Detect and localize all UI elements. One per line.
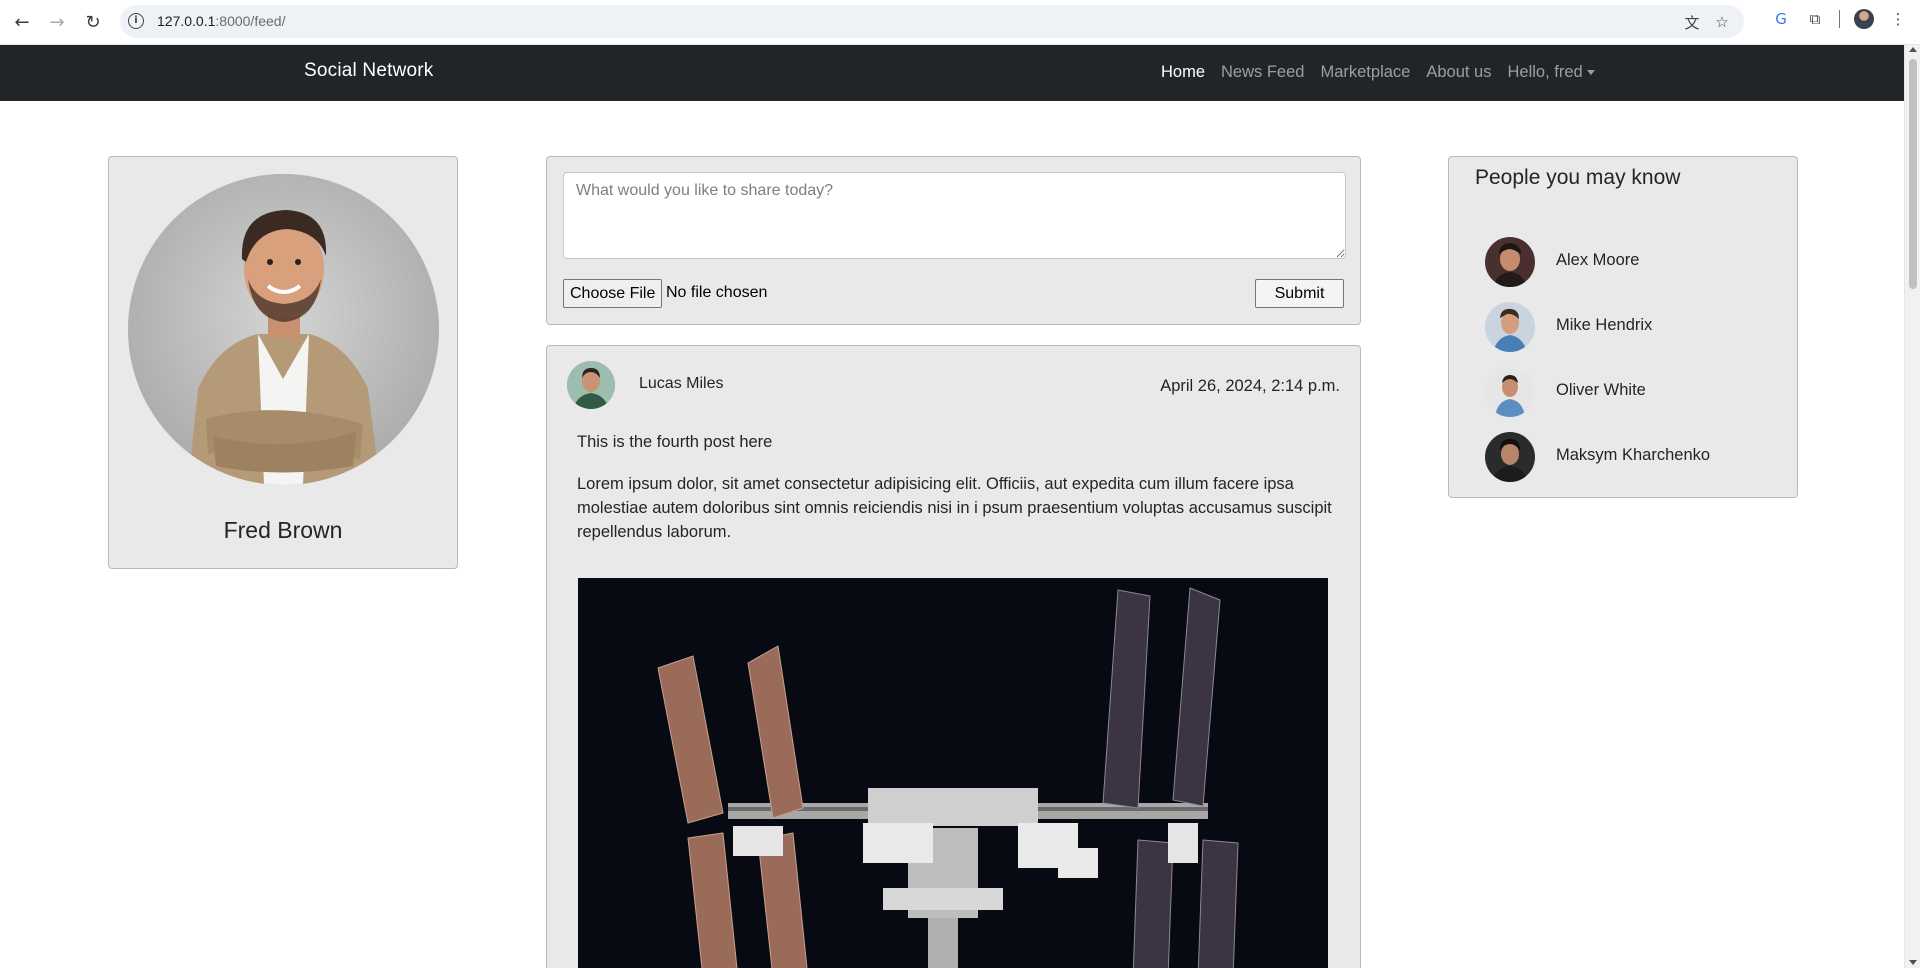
post-composer: Choose File No file chosen Submit [546,156,1361,325]
extension-area: G ⧉ ⋮ [1771,9,1908,29]
translate-icon[interactable]: 文 [1682,12,1702,32]
url-path: :8000/feed/ [215,13,286,29]
person-name[interactable]: Alex Moore [1556,251,1639,270]
address-bar[interactable]: i 127.0.0.1:8000/feed/ 文 ☆ [120,5,1744,38]
people-heading: People you may know [1475,166,1681,189]
person-avatar[interactable] [1485,432,1535,482]
scroll-down-arrow-icon[interactable] [1909,960,1917,965]
people-you-may-know-card: People you may know Alex Moore Mike Hend… [1448,156,1798,498]
caret-down-icon [1586,70,1595,76]
page-scrollbar[interactable] [1904,45,1920,968]
profile-avatar [128,174,439,485]
user-menu-dropdown[interactable]: Hello, fred [1507,63,1595,82]
site-info-icon[interactable]: i [128,13,144,29]
post-textarea[interactable] [563,172,1346,259]
scroll-up-arrow-icon[interactable] [1909,47,1917,52]
url-text[interactable]: 127.0.0.1:8000/feed/ [157,13,285,29]
nav-news-feed[interactable]: News Feed [1221,63,1304,82]
url-host: 127.0.0.1 [157,13,216,29]
post-author-avatar[interactable] [567,361,615,409]
menu-kebab-icon[interactable]: ⋮ [1888,9,1908,29]
toolbar-divider [1839,10,1840,28]
user-menu-label: Hello, fred [1507,63,1583,81]
person-avatar[interactable] [1485,302,1535,352]
file-status-text: No file chosen [666,284,768,301]
feed-post: Lucas Miles April 26, 2024, 2:14 p.m. Th… [546,345,1361,968]
reload-icon[interactable]: ↻ [81,10,105,34]
person-avatar[interactable] [1485,367,1535,417]
back-arrow-icon[interactable]: ← [10,10,34,34]
scrollbar-thumb[interactable] [1909,59,1917,289]
brand-logo[interactable]: Social Network [304,60,434,82]
post-date: April 26, 2024, 2:14 p.m. [1160,377,1340,395]
profile-avatar-icon[interactable] [1854,9,1874,29]
person-avatar[interactable] [1485,237,1535,287]
submit-button[interactable]: Submit [1255,279,1344,308]
profile-name: Fred Brown [223,517,343,543]
site-navbar: Social Network Home News Feed Marketplac… [0,45,1904,101]
profile-card: Fred Brown [108,156,458,569]
suggested-person[interactable]: Oliver White [1485,367,1785,417]
google-translate-extension-icon[interactable]: G [1771,9,1791,29]
post-image [578,578,1328,968]
extensions-puzzle-icon[interactable]: ⧉ [1805,9,1825,29]
nav-marketplace[interactable]: Marketplace [1320,63,1410,82]
forward-arrow-icon[interactable]: → [45,10,69,34]
browser-toolbar: ← → ↻ i 127.0.0.1:8000/feed/ 文 ☆ G ⧉ ⋮ [0,0,1920,45]
nav-about-us[interactable]: About us [1426,63,1491,82]
person-name[interactable]: Mike Hendrix [1556,316,1652,335]
post-author-name[interactable]: Lucas Miles [639,375,723,393]
choose-file-button[interactable]: Choose File [563,279,663,308]
person-name[interactable]: Oliver White [1556,381,1646,400]
post-title: This is the fourth post here [577,433,773,451]
nav-home[interactable]: Home [1161,63,1205,82]
nav-links: Home News Feed Marketplace About us Hell… [1161,63,1595,82]
post-body: Lorem ipsum dolor, sit amet consectetur … [577,475,1332,541]
person-name[interactable]: Maksym Kharchenko [1556,446,1710,465]
suggested-person[interactable]: Maksym Kharchenko [1485,432,1785,482]
bookmark-star-icon[interactable]: ☆ [1712,12,1732,32]
suggested-person[interactable]: Alex Moore [1485,237,1785,287]
suggested-person[interactable]: Mike Hendrix [1485,302,1785,352]
